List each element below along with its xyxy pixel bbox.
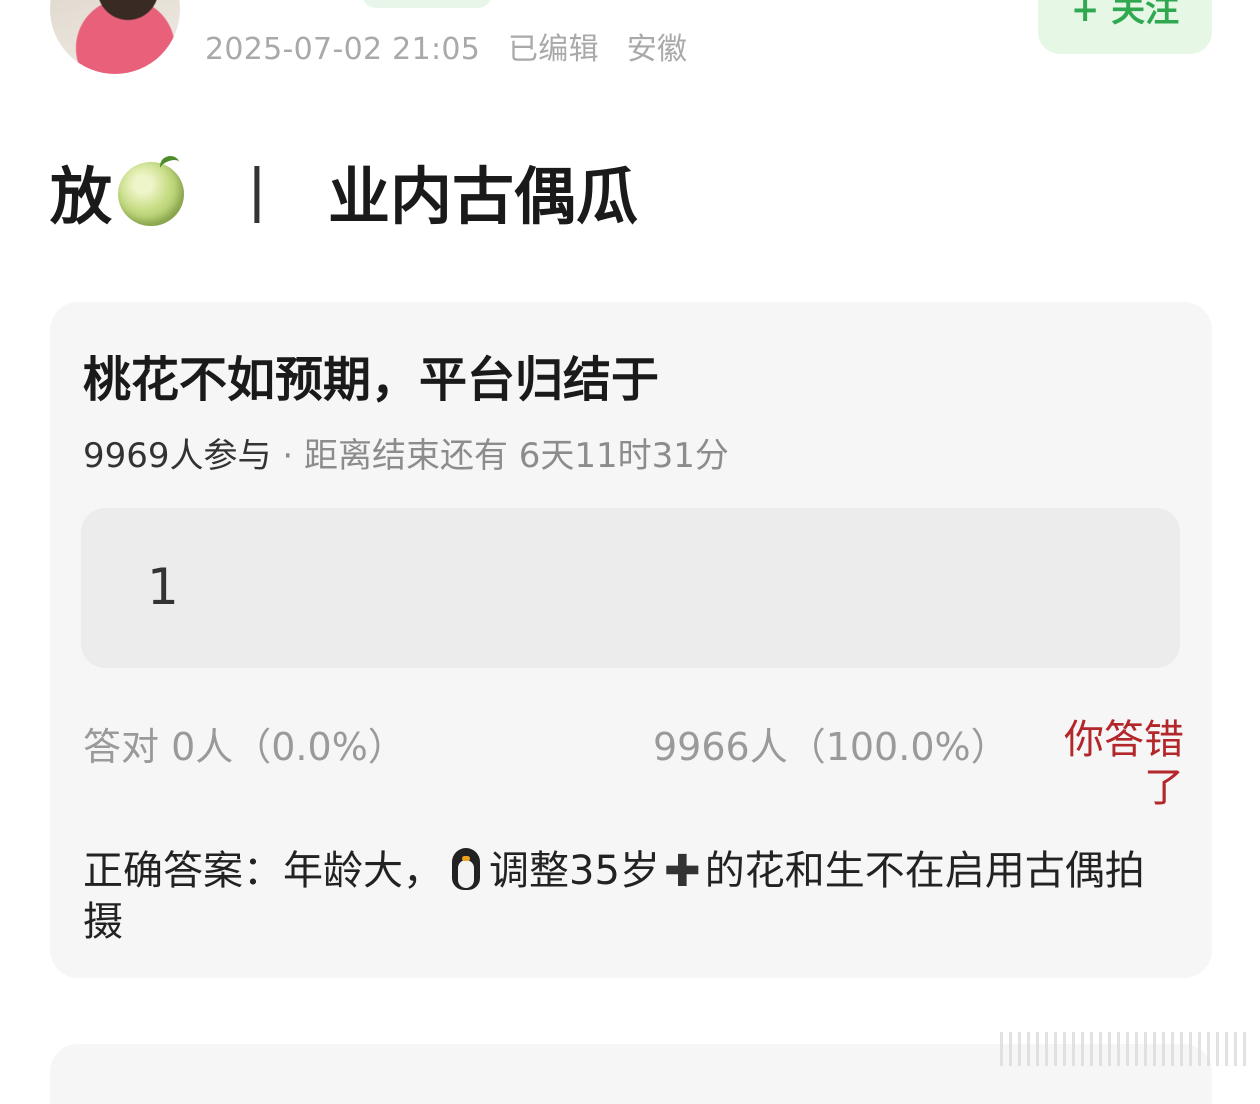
participants-count: 9969人参与 bbox=[83, 436, 272, 476]
time-remaining: 距离结束还有 6天11时31分 bbox=[303, 436, 729, 476]
answer-part-1: 正确答案：年龄大， bbox=[83, 848, 443, 894]
quiz-card: 桃花不如预期，平台归结于 9969人参与 · 距离结束还有 6天11时31分 1… bbox=[50, 302, 1212, 978]
plus-icon: ✚ bbox=[663, 846, 701, 897]
correct-stat: 答对 0人（0.0%） bbox=[83, 725, 406, 769]
title-prefix: 放 bbox=[50, 160, 113, 233]
quiz-stats: 9969人参与 · 距离结束还有 6天11时31分 bbox=[83, 428, 729, 477]
follow-button[interactable]: + 关注 bbox=[1038, 0, 1212, 54]
post-time: 2025-07-02 21:05 bbox=[205, 32, 481, 67]
location-label: 安徽 bbox=[626, 32, 688, 67]
correct-answer: 正确答案：年龄大， 调整35岁✚ 的花和生不在启用古偶拍摄 bbox=[83, 846, 1178, 947]
wrong-stat: 9966人（100.0%） bbox=[653, 725, 1009, 769]
username-cropped[interactable] bbox=[205, 0, 325, 6]
quiz-question: 桃花不如预期，平台归结于 bbox=[83, 352, 660, 408]
option-value: 1 bbox=[147, 558, 179, 616]
wrong-answer-label: 你答错了 bbox=[1064, 717, 1184, 811]
title-suffix: 业内古偶瓜 bbox=[328, 160, 639, 233]
melon-icon bbox=[116, 153, 186, 226]
watermark bbox=[1000, 1032, 1250, 1066]
quiz-option[interactable]: 1 bbox=[81, 508, 1180, 668]
answer-part-2: 调整35岁 bbox=[489, 848, 660, 894]
penguin-icon bbox=[449, 846, 483, 892]
user-badge bbox=[362, 0, 492, 8]
stats-separator: · bbox=[271, 436, 304, 476]
title-divider: 丨 bbox=[226, 160, 289, 233]
avatar[interactable] bbox=[50, 0, 180, 74]
post-meta: 2025-07-02 21:05 已编辑 安徽 bbox=[205, 24, 705, 68]
edited-label: 已编辑 bbox=[507, 32, 599, 67]
post-title: 放 丨 业内古偶瓜 bbox=[50, 146, 638, 236]
